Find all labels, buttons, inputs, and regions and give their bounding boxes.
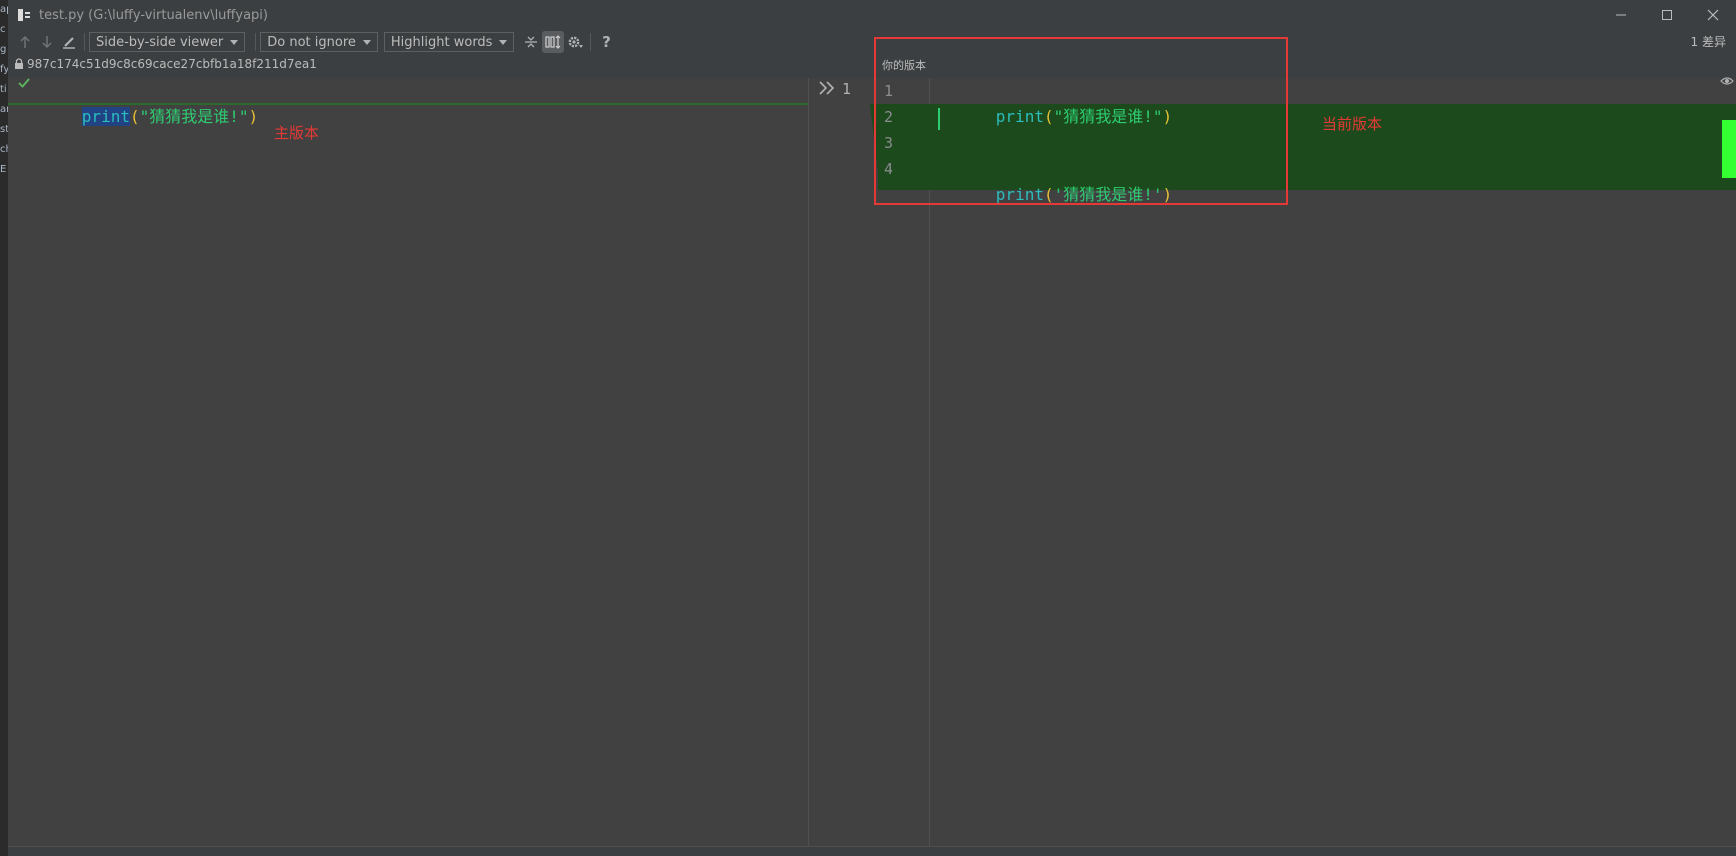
help-button[interactable]: ? [595,31,617,53]
chevron-down-icon [499,39,508,45]
highlight-mode-label: Highlight words [390,34,493,50]
diff-window: apcgfytiarstchE test.py (G:\luffy-virtua… [0,0,1736,856]
toolbar-separator [590,33,592,51]
code-paren: ( [129,107,140,126]
chevron-down-icon [362,39,371,45]
left-code-line-1: print("猜猜我是谁!") [24,78,258,126]
next-difference-button[interactable] [36,31,58,53]
settings-button[interactable] [564,31,586,53]
left-editor[interactable] [8,78,808,846]
lock-icon [14,58,24,70]
background-ide-sliver: apcgfytiarstchE [0,0,8,856]
pencil-icon [63,37,75,49]
window-controls [1598,0,1736,30]
minimize-button[interactable] [1598,0,1644,30]
close-icon [1707,9,1719,21]
viewer-mode-dropdown[interactable]: Side-by-side viewer [89,32,246,52]
arrow-down-icon [42,36,52,49]
difference-count: 1 差异 [1690,35,1726,49]
apply-change-chevron-icon[interactable] [818,80,836,100]
sync-scroll-icon [545,35,561,49]
diff-app-icon [17,8,31,22]
ignore-mode-dropdown[interactable]: Do not ignore [260,32,378,52]
edit-source-button[interactable] [58,31,80,53]
ignore-mode-label: Do not ignore [267,34,356,50]
previous-difference-button[interactable] [14,31,36,53]
maximize-button[interactable] [1644,0,1690,30]
left-revision-header: 987c174c51d9c8c69cace27cbfb1a18f211d7ea1 [14,56,317,72]
diff-toolbar: Side-by-side viewer Do not ignore Highli… [8,30,1736,54]
bottom-bar [8,846,1736,856]
window-title: test.py (G:\luffy-virtualenv\luffyapi) [39,7,268,23]
close-button[interactable] [1690,0,1736,30]
eye-icon[interactable] [1720,74,1734,88]
highlight-mode-dropdown[interactable]: Highlight words [383,32,515,52]
arrow-up-icon [20,35,30,48]
minimize-icon [1616,14,1626,16]
toolbar-separator [255,33,257,51]
middle-gutter [808,78,870,846]
collapse-unchanged-button[interactable] [520,31,542,53]
chevron-down-icon [230,39,239,45]
diff-main: test.py (G:\luffy-virtualenv\luffyapi) S… [8,0,1736,856]
title-bar[interactable]: test.py (G:\luffy-virtualenv\luffyapi) [8,0,1736,30]
maximize-icon [1662,10,1672,20]
collapse-icon [525,36,538,48]
change-marker-stripe[interactable] [1722,120,1736,178]
code-paren: ) [248,107,259,126]
annotation-box [874,37,1288,205]
left-line-number: 1 [842,80,852,98]
help-label: ? [602,33,611,51]
right-annotation-label: 当前版本 [1322,115,1383,133]
viewer-mode-label: Side-by-side viewer [96,34,224,50]
synchronize-scrolling-button[interactable] [542,31,565,53]
gear-icon [569,36,584,48]
code-string: "猜猜我是谁!" [139,107,249,126]
toolbar-separator [84,33,85,51]
code-keyword: print [81,107,130,126]
left-annotation-label: 主版本 [274,124,320,142]
revision-hash: 987c174c51d9c8c69cace27cbfb1a18f211d7ea1 [27,57,317,71]
